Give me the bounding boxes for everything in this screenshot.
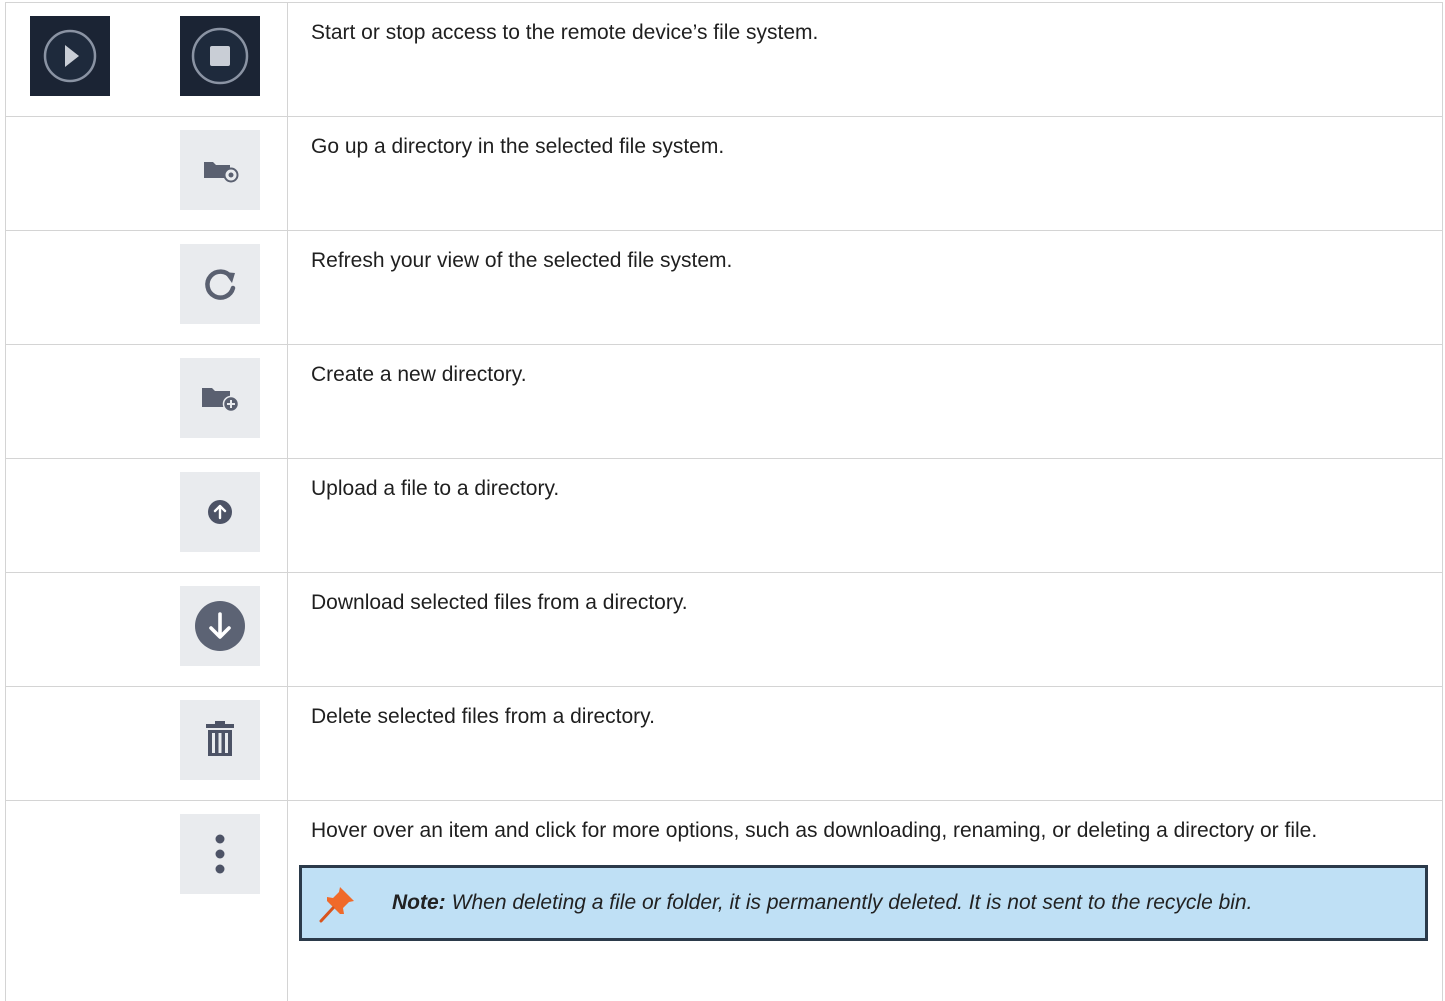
table-row: Download selected files from a directory… <box>6 573 1443 687</box>
table-row: Delete selected files from a directory. <box>6 687 1443 801</box>
delete-button[interactable] <box>180 700 260 780</box>
folder-up-button[interactable] <box>180 130 260 210</box>
description-cell: Create a new directory. <box>288 345 1443 459</box>
table-row: Refresh your view of the selected file s… <box>6 231 1443 345</box>
pushpin-icon <box>318 883 358 923</box>
note-body: When deleting a file or folder, it is pe… <box>452 891 1253 914</box>
description-text: Hover over an item and click for more op… <box>311 817 1434 845</box>
upload-button[interactable] <box>180 472 260 552</box>
play-icon <box>42 28 98 84</box>
note-text: Note: When deleting a file or folder, it … <box>392 889 1252 917</box>
description-cell: Hover over an item and click for more op… <box>288 801 1443 1001</box>
download-icon <box>193 599 247 653</box>
note-callout: Note: When deleting a file or folder, it … <box>299 865 1428 941</box>
description-cell: Refresh your view of the selected file s… <box>288 231 1443 345</box>
new-folder-button[interactable] <box>180 358 260 438</box>
icon-cell <box>6 801 288 1001</box>
download-button[interactable] <box>180 586 260 666</box>
description-cell: Start or stop access to the remote devic… <box>288 3 1443 117</box>
refresh-icon <box>200 264 240 304</box>
icon-cell <box>6 573 288 687</box>
icon-cell <box>6 3 288 117</box>
table-row: Upload a file to a directory. <box>6 459 1443 573</box>
folder-up-icon <box>200 156 240 184</box>
toolbar-reference-table: Start or stop access to the remote devic… <box>5 2 1443 1001</box>
icon-cell <box>6 687 288 801</box>
icon-cell <box>6 231 288 345</box>
trash-icon <box>202 721 238 759</box>
upload-icon <box>205 497 235 527</box>
note-label: Note: <box>392 891 446 914</box>
table-row: Go up a directory in the selected file s… <box>6 117 1443 231</box>
stop-button[interactable] <box>180 16 260 96</box>
description-cell: Upload a file to a directory. <box>288 459 1443 573</box>
description-cell: Go up a directory in the selected file s… <box>288 117 1443 231</box>
more-options-button[interactable] <box>180 814 260 894</box>
more-options-icon <box>213 832 227 876</box>
refresh-button[interactable] <box>180 244 260 324</box>
table-row: Hover over an item and click for more op… <box>6 801 1443 1001</box>
icon-cell <box>6 345 288 459</box>
table-row: Create a new directory. <box>6 345 1443 459</box>
stop-icon <box>190 26 250 86</box>
play-button[interactable] <box>30 16 110 96</box>
description-cell: Delete selected files from a directory. <box>288 687 1443 801</box>
icon-cell <box>6 459 288 573</box>
description-cell: Download selected files from a directory… <box>288 573 1443 687</box>
new-folder-icon <box>198 382 242 414</box>
table-row: Start or stop access to the remote devic… <box>6 3 1443 117</box>
icon-cell <box>6 117 288 231</box>
